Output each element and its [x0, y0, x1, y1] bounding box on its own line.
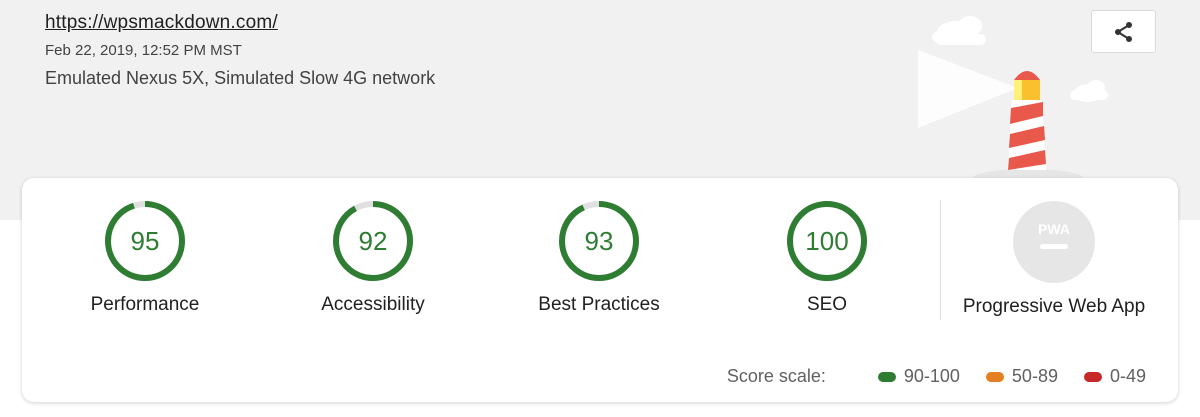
- category-label: SEO: [806, 294, 848, 315]
- scale-range-label: 50-89: [1011, 366, 1058, 386]
- report-environment: Emulated Nexus 5X, Simulated Slow 4G net…: [45, 68, 436, 88]
- category-label: Accessibility: [321, 294, 425, 315]
- scale-fail: 0-49: [1083, 366, 1146, 387]
- gauge-accessibility[interactable]: 92 Accessibility: [258, 200, 488, 316]
- score-value: 92: [359, 226, 388, 256]
- pwa-badge-icon: PWA: [1013, 201, 1095, 283]
- cloud-icon: [1070, 80, 1108, 102]
- pwa-badge-text: PWA: [1038, 221, 1070, 237]
- gauge-pwa[interactable]: PWA Progressive Web App: [939, 200, 1169, 318]
- category-label: Best Practices: [538, 294, 660, 315]
- scale-range-label: 90-100: [903, 366, 960, 386]
- scale-pass: 90-100: [877, 366, 960, 387]
- score-ring: 95: [105, 201, 185, 281]
- score-value: 93: [585, 226, 614, 256]
- category-label: Performance: [90, 294, 200, 315]
- score-value: 100: [805, 226, 848, 256]
- score-ring: 93: [559, 201, 639, 281]
- scale-range-label: 0-49: [1109, 366, 1146, 386]
- score-ring: 92: [333, 201, 413, 281]
- cloud-icon: [932, 16, 986, 45]
- category-label: Progressive Web App: [962, 296, 1146, 317]
- score-ring: 100: [787, 201, 867, 281]
- score-scale-legend: Score scale: 90-100 50-89 0-49: [727, 366, 1146, 387]
- score-scale-title: Score scale:: [726, 366, 826, 386]
- average-indicator-icon: [985, 371, 1004, 382]
- lighthouse-icon: [1008, 71, 1046, 170]
- score-value: 95: [131, 226, 160, 256]
- scores-card: 95 Performance 92 Accessibility 93 Best …: [22, 178, 1178, 402]
- report-url-link[interactable]: https://wpsmackdown.com/: [45, 12, 278, 34]
- scale-average: 50-89: [985, 366, 1058, 387]
- gauge-performance[interactable]: 95 Performance: [30, 200, 260, 316]
- gauge-best-practices[interactable]: 93 Best Practices: [484, 200, 714, 316]
- pass-indicator-icon: [877, 371, 896, 382]
- gauge-seo[interactable]: 100 SEO: [712, 200, 942, 316]
- report-timestamp: Feb 22, 2019, 12:52 PM MST: [45, 42, 242, 59]
- fail-indicator-icon: [1083, 371, 1102, 382]
